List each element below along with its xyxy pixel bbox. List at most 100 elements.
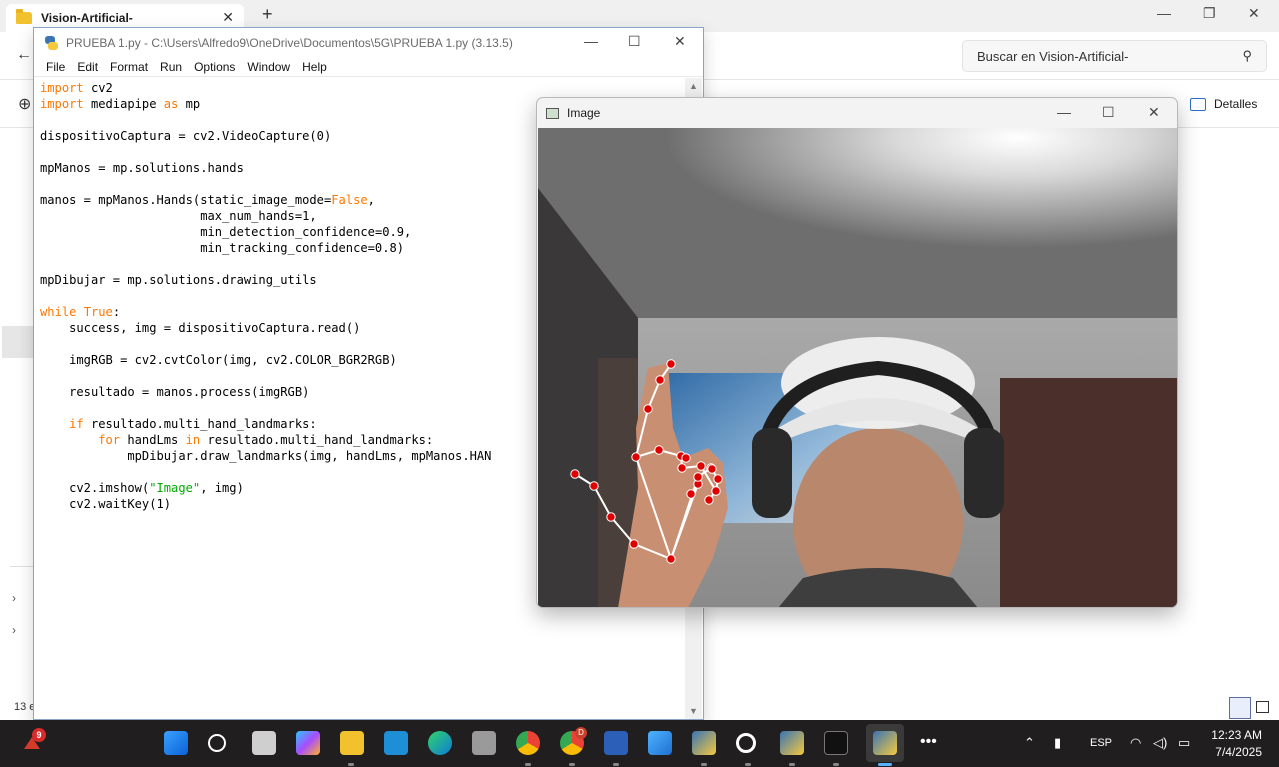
landmark-point (666, 359, 676, 369)
landmark-point (686, 489, 696, 499)
running-indicator (833, 763, 839, 766)
storage-icon[interactable]: ▮ (1054, 735, 1061, 751)
new-item-icon[interactable]: ⊕ (18, 94, 31, 114)
chevron-right-icon[interactable]: › (12, 623, 16, 637)
menu-run[interactable]: Run (154, 57, 188, 76)
weather-badge: 9 (32, 728, 46, 742)
chrome-profile-badge: D (575, 727, 587, 739)
edge-icon[interactable] (428, 731, 452, 755)
maximize-button[interactable]: ☐ (1102, 104, 1115, 121)
landmark-point (631, 452, 641, 462)
maximize-button[interactable]: ☐ (628, 33, 641, 50)
search-box[interactable]: Buscar en Vision-Artificial- ⚲ (962, 40, 1267, 72)
landmark-point (713, 474, 723, 484)
minimize-button[interactable]: — (1057, 104, 1071, 120)
battery-icon[interactable]: ▭ (1178, 735, 1190, 751)
webcam-frame (538, 128, 1177, 607)
app-icon[interactable] (736, 733, 756, 753)
new-tab-button[interactable]: + (262, 4, 273, 25)
landmark-point (629, 539, 639, 549)
image-window-title-bar: Image — ☐ ✕ (537, 98, 1177, 128)
language-indicator[interactable]: ESP (1090, 737, 1112, 749)
landmark-point (655, 375, 665, 385)
show-hidden-icons-icon[interactable]: ⌃ (1024, 735, 1035, 751)
search-icon[interactable] (208, 734, 226, 752)
chevron-right-icon[interactable]: › (12, 591, 16, 605)
python-launcher-icon[interactable] (780, 731, 804, 755)
landmark-point (606, 512, 616, 522)
virtualbox-icon[interactable] (472, 731, 496, 755)
landmark-point (711, 486, 721, 496)
more-apps-icon[interactable]: ••• (920, 733, 937, 751)
running-indicator (569, 763, 575, 766)
menu-options[interactable]: Options (188, 57, 241, 76)
idle-window-title: PRUEBA 1.py - C:\Users\Alfredo9\OneDrive… (66, 35, 513, 50)
clock-time[interactable]: 12:23 AM (1208, 728, 1262, 742)
tiles-view-icon[interactable] (1256, 701, 1269, 713)
image-window-icon (546, 107, 559, 119)
close-button[interactable]: ✕ (1148, 104, 1160, 121)
running-indicator (525, 763, 531, 766)
explorer-tab-title: Vision-Artificial- (41, 11, 133, 25)
landmark-point (704, 495, 714, 505)
scroll-down-arrow-icon[interactable]: ▼ (689, 706, 698, 716)
landmark-point (707, 464, 717, 474)
landmark-point (589, 481, 599, 491)
running-indicator (613, 763, 619, 766)
close-button[interactable]: ✕ (1248, 5, 1260, 22)
chrome-icon[interactable] (516, 731, 540, 755)
webcam-image (538, 128, 1177, 607)
menu-help[interactable]: Help (296, 57, 333, 76)
copilot-icon[interactable] (296, 731, 320, 755)
volume-icon[interactable]: ◁) (1153, 735, 1167, 751)
idle-menu-bar: File Edit Format Run Options Window Help (34, 57, 703, 77)
photos-icon[interactable] (648, 731, 672, 755)
minimize-button[interactable]: — (584, 33, 598, 49)
start-icon[interactable] (164, 731, 188, 755)
terminal-icon[interactable] (824, 731, 848, 755)
minimize-button[interactable]: — (1157, 5, 1171, 21)
vscode-icon[interactable] (384, 731, 408, 755)
back-arrow-icon[interactable]: ← (16, 46, 32, 64)
menu-format[interactable]: Format (104, 57, 154, 76)
menu-window[interactable]: Window (241, 57, 296, 76)
idle-title-bar: PRUEBA 1.py - C:\Users\Alfredo9\OneDrive… (34, 28, 703, 57)
word-icon[interactable] (604, 731, 628, 755)
task-view-icon[interactable] (252, 731, 276, 755)
sidebar-selected-item[interactable] (2, 326, 36, 358)
menu-edit[interactable]: Edit (71, 57, 104, 76)
search-icon[interactable]: ⚲ (1242, 48, 1252, 64)
running-indicator (745, 763, 751, 766)
code-line[interactable]: import cv2 (40, 80, 685, 96)
file-explorer-icon[interactable] (340, 731, 364, 755)
active-indicator (878, 763, 892, 766)
search-input[interactable]: Buscar en Vision-Artificial- (977, 49, 1128, 64)
python-file-icon (44, 35, 58, 50)
opencv-image-window: Image — ☐ ✕ (536, 97, 1178, 608)
details-pane-icon (1190, 97, 1206, 111)
landmark-point (696, 461, 706, 471)
landmark-point (681, 453, 691, 463)
details-label: Detalles (1214, 97, 1258, 111)
close-button[interactable]: ✕ (674, 33, 686, 50)
landmark-point (570, 469, 580, 479)
scroll-up-arrow-icon[interactable]: ▲ (689, 81, 698, 91)
python-installer-icon[interactable] (692, 731, 716, 755)
windows-taskbar: 9 D ••• ⌃ ▮ ESP ◠ ◁) ▭ 12:23 AM 7/4/2025 (0, 720, 1279, 767)
wifi-icon[interactable]: ◠ (1130, 735, 1141, 751)
landmark-point (677, 463, 687, 473)
menu-file[interactable]: File (40, 57, 71, 76)
close-tab-icon[interactable]: ✕ (222, 9, 234, 26)
restore-button[interactable]: ❐ (1203, 5, 1216, 22)
clock-date[interactable]: 7/4/2025 (1208, 745, 1262, 759)
running-indicator (348, 763, 354, 766)
python-idle-icon[interactable] (873, 731, 897, 755)
folder-icon (16, 9, 32, 24)
image-window-title: Image (567, 106, 601, 120)
landmark-point (693, 472, 703, 482)
details-button[interactable]: Detalles (1190, 97, 1257, 111)
running-indicator (789, 763, 795, 766)
sidebar-divider (10, 566, 34, 567)
running-indicator (701, 763, 707, 766)
details-view-icon[interactable] (1229, 697, 1251, 719)
